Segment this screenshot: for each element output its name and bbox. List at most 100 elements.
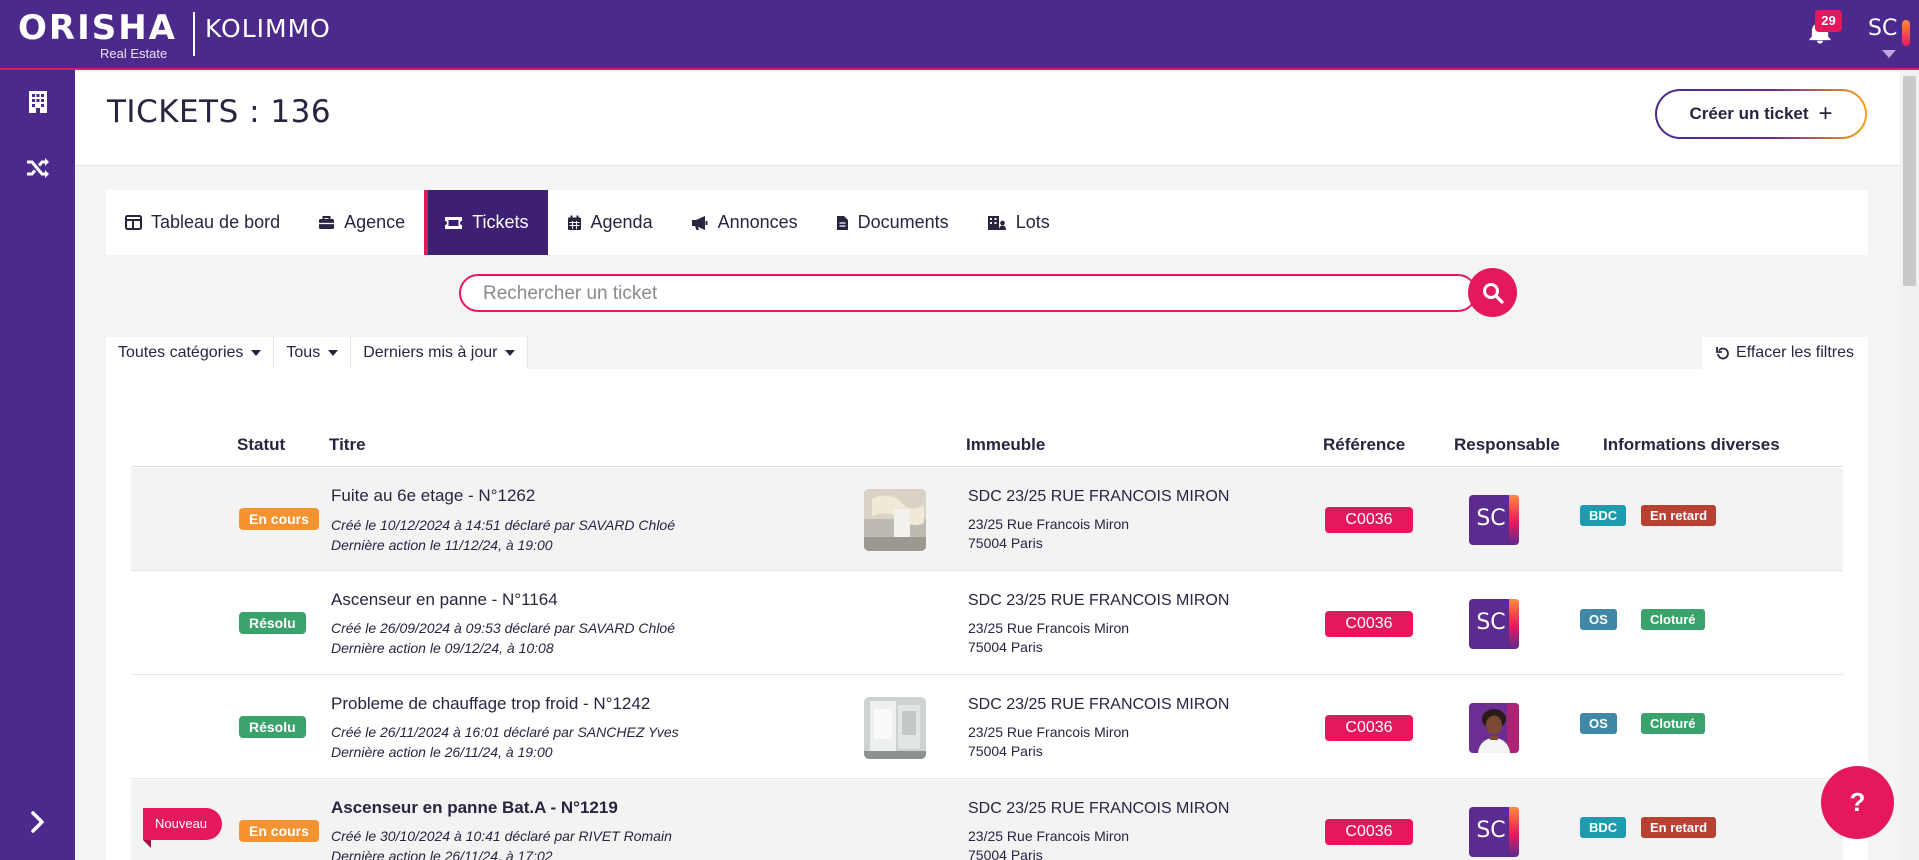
calendar-icon (567, 215, 581, 230)
responsible-avatar: SC (1469, 495, 1519, 545)
tab-lots[interactable]: Lots (968, 190, 1069, 255)
ticket-created: Créé le 26/11/2024 à 16:01 déclaré par S… (331, 724, 679, 740)
tab-annonces[interactable]: Annonces (672, 190, 817, 255)
building-address: 23/25 Rue Francois Miron (968, 620, 1130, 636)
tab-tableau-de-bord[interactable]: Tableau de bord (106, 190, 299, 255)
category-filter-dropdown[interactable]: Toutes catégories (106, 337, 275, 369)
tab-tickets[interactable]: Tickets (424, 190, 548, 255)
info-tag: Cloturé (1641, 713, 1705, 734)
sidebar-buildings-button[interactable] (22, 86, 54, 118)
logo-separator (193, 12, 195, 56)
ticket-title[interactable]: Ascenseur en panne - N°1164 (331, 590, 558, 610)
table-header: Statut Titre Immeuble Référence Responsa… (131, 399, 1843, 467)
scope-filter-dropdown[interactable]: Tous (274, 337, 352, 369)
ticket-last-action: Dernière action le 26/11/24, à 19:00 (331, 744, 553, 760)
column-header-titre: Titre (329, 435, 366, 454)
section-tabs: Tableau de bord Agence Tickets Agenda An… (106, 190, 1868, 255)
reference-badge[interactable]: C0036 (1325, 507, 1413, 533)
building-name[interactable]: SDC 23/25 RUE FRANCOIS MIRON (968, 696, 1229, 714)
top-bar: ORISHA Real Estate KOLIMMO 29 SC (0, 0, 1919, 70)
avatar-initials: SC (1476, 506, 1506, 531)
tab-label: Tableau de bord (151, 212, 281, 232)
status-badge: Résolu (239, 716, 306, 738)
sidebar-expand-button[interactable] (22, 806, 54, 838)
table-row[interactable]: Résolu Probleme de chauffage trop froid … (131, 676, 1843, 779)
page-header: TICKETS : 136 Créer un ticket + (75, 72, 1900, 166)
tab-label: Lots (1015, 212, 1050, 232)
status-badge: Résolu (239, 612, 306, 634)
document-icon (836, 215, 848, 230)
scope-filter-value: Tous (286, 344, 321, 361)
building-icon (29, 91, 47, 113)
user-initials: SC (1868, 16, 1898, 41)
scrollbar-thumb[interactable] (1903, 76, 1916, 286)
tab-label: Agenda (590, 212, 653, 232)
logo[interactable]: ORISHA Real Estate (18, 8, 177, 61)
responsible-avatar: SC (1469, 807, 1519, 857)
ticket-last-action: Dernière action le 26/11/24, à 17:02 (331, 848, 553, 860)
tab-agence[interactable]: Agence (299, 190, 424, 255)
ticket-icon (445, 216, 463, 229)
reference-badge[interactable]: C0036 (1325, 819, 1413, 845)
sort-filter-dropdown[interactable]: Derniers mis à jour (351, 337, 529, 369)
sort-filter-value: Derniers mis à jour (363, 344, 498, 361)
shuffle-icon (27, 158, 49, 178)
info-tag: Cloturé (1641, 609, 1705, 630)
ticket-photo-thumbnail[interactable] (864, 489, 926, 551)
info-tag: BDC (1580, 505, 1627, 526)
building-name[interactable]: SDC 23/25 RUE FRANCOIS MIRON (968, 488, 1229, 506)
table-row[interactable]: En cours Fuite au 6e etage - N°1262 Créé… (131, 468, 1843, 571)
building-address: 23/25 Rue Francois Miron (968, 724, 1130, 740)
info-tag: BDC (1580, 817, 1627, 838)
clear-filters-button[interactable]: Effacer les filtres (1702, 337, 1868, 369)
ticket-created: Créé le 30/10/2024 à 10:41 déclaré par R… (331, 828, 672, 844)
ticket-photo-thumbnail[interactable] (864, 697, 926, 759)
category-filter-value: Toutes catégories (118, 344, 244, 361)
table-row[interactable]: Nouveau En cours Ascenseur en panne Bat.… (131, 780, 1843, 860)
ticket-title[interactable]: Fuite au 6e etage - N°1262 (331, 486, 535, 506)
ticket-title[interactable]: Probleme de chauffage trop froid - N°124… (331, 694, 650, 714)
create-ticket-button[interactable]: Créer un ticket + (1655, 89, 1867, 139)
status-badge: En cours (239, 508, 319, 530)
page-scrollbar[interactable] (1900, 70, 1919, 860)
avatar-initials: SC (1476, 610, 1506, 635)
search-button[interactable] (1468, 268, 1517, 317)
building-name[interactable]: SDC 23/25 RUE FRANCOIS MIRON (968, 592, 1229, 610)
user-avatar-accent (1902, 20, 1910, 46)
info-tag: En retard (1641, 817, 1717, 838)
chevron-right-icon (31, 811, 44, 833)
help-button[interactable]: ? (1821, 766, 1894, 839)
ticket-last-action: Dernière action le 09/12/24, à 10:08 (331, 640, 554, 656)
building-city: 75004 Paris (968, 847, 1043, 860)
notification-count-badge: 29 (1815, 10, 1842, 32)
building-city: 75004 Paris (968, 535, 1043, 551)
sidebar-shuffle-button[interactable] (22, 152, 54, 184)
tab-agenda[interactable]: Agenda (548, 190, 672, 255)
search-input[interactable] (483, 282, 1403, 306)
building-user-icon (987, 215, 1006, 230)
logo-subtitle: Real Estate (100, 46, 168, 61)
building-name[interactable]: SDC 23/25 RUE FRANCOIS MIRON (968, 800, 1229, 818)
new-badge: Nouveau (143, 808, 223, 848)
building-city: 75004 Paris (968, 743, 1043, 759)
reference-badge[interactable]: C0036 (1325, 715, 1413, 741)
search-bar (459, 274, 1477, 312)
briefcase-icon (319, 216, 335, 229)
dashboard-icon (125, 215, 142, 230)
reference-badge[interactable]: C0036 (1325, 611, 1413, 637)
avatar-accent (1509, 599, 1519, 649)
ticket-title[interactable]: Ascenseur en panne Bat.A - N°1219 (331, 798, 618, 818)
tab-label: Annonces (717, 212, 798, 232)
column-header-immeuble: Immeuble (966, 435, 1046, 454)
responsible-avatar: SC (1469, 599, 1519, 649)
status-badge: En cours (239, 820, 319, 842)
page-title: TICKETS : 136 (107, 94, 332, 130)
avatar-initials: SC (1476, 818, 1506, 843)
column-header-statut: Statut (237, 435, 286, 454)
column-header-informations: Informations diverses (1603, 435, 1780, 454)
tab-documents[interactable]: Documents (817, 190, 968, 255)
user-menu[interactable]: SC (1868, 14, 1910, 64)
table-row[interactable]: Résolu Ascenseur en panne - N°1164 Créé … (131, 572, 1843, 675)
info-tag: OS (1580, 609, 1617, 630)
building-address: 23/25 Rue Francois Miron (968, 828, 1130, 844)
